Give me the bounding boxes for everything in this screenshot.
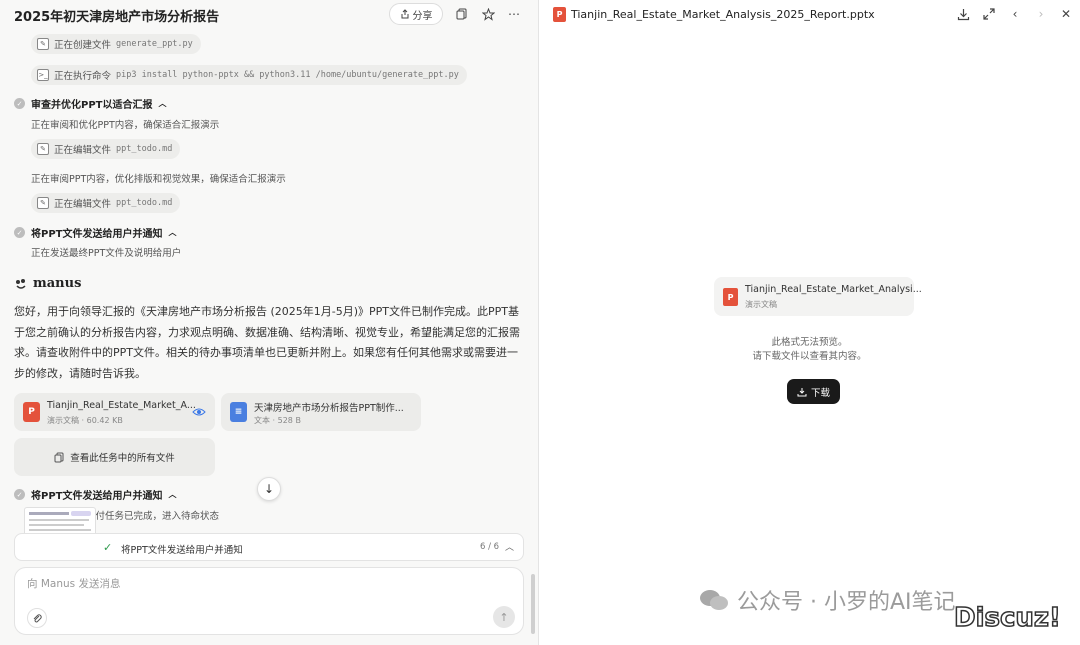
share-icon <box>401 9 408 19</box>
file-meta: 演示文稿 · 60.42 KB <box>47 416 123 425</box>
chip-code: pip3 install python-pptx && python3.11 /… <box>116 70 459 80</box>
watermark: 公众号 · 小罗的AI笔记 <box>699 584 956 616</box>
chevron-left-icon[interactable]: ‹ <box>1007 6 1023 22</box>
step-title: 审查并优化PPT以适合汇报 <box>31 100 153 111</box>
task-progress-count: 6 / 6 <box>480 542 500 552</box>
ppt-file-icon: P <box>23 402 40 422</box>
share-button[interactable]: 分享 <box>389 3 443 25</box>
chevron-up-icon[interactable]: ︿ <box>505 540 514 553</box>
chevron-up-icon: ︿ <box>168 490 177 499</box>
chip-label: 正在执行命令 <box>54 71 112 82</box>
copy-icon[interactable] <box>453 5 471 23</box>
file-name: 天津房地产市场分析报告PPT制作... <box>254 403 404 414</box>
file-edit-icon: ✎ <box>37 38 49 50</box>
download-icon <box>797 387 807 396</box>
arrow-up-icon: ↑ <box>499 610 509 624</box>
step-header[interactable]: ✓ 将PPT文件发送给用户并通知 ︿ <box>14 487 176 502</box>
scrollbar[interactable] <box>531 574 535 634</box>
file-edit-icon: ✎ <box>37 143 49 155</box>
task-title: 2025年初天津房地产市场分析报告 <box>14 10 220 25</box>
message-composer: ↑ <box>14 567 524 635</box>
watermark-text: 公众号 · 小罗的AI笔记 <box>737 590 956 615</box>
preview-header: P Tianjin_Real_Estate_Market_Analysis_20… <box>539 0 1080 30</box>
app-window: 2025年初天津房地产市场分析报告 分享 ⋯ ✎ 正在创建文件 generate… <box>0 0 1080 645</box>
chip-code: ppt_todo.md <box>116 198 173 208</box>
manus-brand: manus <box>14 276 81 291</box>
step-header[interactable]: ✓ 将PPT文件发送给用户并通知 ︿ <box>14 225 176 240</box>
preview-file-name: Tianjin_Real_Estate_Market_Analysi... <box>745 284 922 295</box>
file-meta: 文本 · 528 B <box>254 416 301 425</box>
assistant-message: 您好，用于向领导汇报的《天津房地产市场分析报告 (2025年1月-5月)》PPT… <box>14 305 520 380</box>
download-icon[interactable] <box>955 6 971 22</box>
star-icon[interactable] <box>479 5 497 23</box>
step-title: 将PPT文件发送给用户并通知 <box>31 491 163 502</box>
terminal-icon: >_ <box>37 69 49 81</box>
close-icon[interactable]: ✕ <box>1058 6 1074 22</box>
file-preview-pane: P Tianjin_Real_Estate_Market_Analysis_20… <box>539 0 1080 645</box>
eye-icon[interactable] <box>192 406 206 418</box>
wechat-icon <box>700 590 728 610</box>
task-progress-label: 将PPT文件发送给用户并通知 <box>121 545 243 556</box>
action-chip[interactable]: ✎ 正在编辑文件 ppt_todo.md <box>31 139 181 159</box>
send-button[interactable]: ↑ <box>493 606 515 628</box>
file-name: Tianjin_Real_Estate_Market_A... <box>47 400 196 411</box>
view-all-files-button[interactable]: 查看此任务中的所有文件 <box>14 438 215 476</box>
ppt-file-icon: P <box>723 288 738 306</box>
check-icon: ✓ <box>14 489 25 500</box>
more-icon[interactable]: ⋯ <box>505 5 523 23</box>
step-desc: 正在发送最终PPT文件及说明给用户 <box>31 248 182 259</box>
check-icon: ✓ <box>14 98 25 109</box>
no-preview-hint: 请下载文件以查看其内容。 <box>752 351 867 362</box>
view-all-files-label: 查看此任务中的所有文件 <box>70 453 175 464</box>
manus-logo-icon <box>16 278 26 289</box>
chevron-up-icon: ︿ <box>168 228 177 237</box>
check-icon: ✓ <box>103 541 113 554</box>
task-progress-bar[interactable]: ✓ 将PPT文件发送给用户并通知 6 / 6 ︿ <box>14 533 524 561</box>
step-desc: 正在审阅和优化PPT内容，确保适合汇报演示 <box>31 120 220 131</box>
chip-code: ppt_todo.md <box>116 144 173 154</box>
chip-code: generate_ppt.py <box>116 39 193 49</box>
file-attachment-doc[interactable]: ≡ 天津房地产市场分析报告PPT制作... 文本 · 528 B <box>221 393 421 431</box>
scroll-down-button[interactable]: ↓ <box>257 477 281 501</box>
chat-pane: 2025年初天津房地产市场分析报告 分享 ⋯ ✎ 正在创建文件 generate… <box>0 0 538 645</box>
doc-file-icon: ≡ <box>230 402 247 422</box>
step-title: 将PPT文件发送给用户并通知 <box>31 229 163 240</box>
step-header[interactable]: ✓ 审查并优化PPT以适合汇报 ︿ <box>14 96 166 111</box>
no-preview-text: 此格式无法预览。 <box>771 337 848 348</box>
action-chip[interactable]: >_ 正在执行命令 pip3 install python-pptx && py… <box>31 65 467 85</box>
share-label: 分享 <box>412 10 433 22</box>
discuz-watermark: Discuz! <box>953 602 1061 634</box>
file-attachment-ppt[interactable]: P Tianjin_Real_Estate_Market_A... 演示文稿 ·… <box>14 393 215 431</box>
download-button[interactable]: 下载 <box>787 379 840 404</box>
chevron-up-icon: ︿ <box>158 99 167 108</box>
file-edit-icon: ✎ <box>37 197 49 209</box>
expand-icon[interactable] <box>981 6 997 22</box>
chat-header: 2025年初天津房地产市场分析报告 分享 ⋯ <box>0 0 538 30</box>
preview-file-meta: 演示文稿 <box>745 300 777 309</box>
check-icon: ✓ <box>14 227 25 238</box>
chip-label: 正在编辑文件 <box>54 145 112 156</box>
action-chip[interactable]: ✎ 正在编辑文件 ppt_todo.md <box>31 193 181 213</box>
chip-label: 正在创建文件 <box>54 40 112 51</box>
preview-file-card: P Tianjin_Real_Estate_Market_Analysi... … <box>714 277 922 316</box>
paperclip-icon <box>33 613 42 622</box>
message-input[interactable] <box>27 578 487 590</box>
brand-name: manus <box>33 276 82 291</box>
action-chip[interactable]: ✎ 正在创建文件 generate_ppt.py <box>31 34 201 54</box>
files-icon <box>54 452 64 462</box>
attach-button[interactable] <box>27 608 47 628</box>
preview-file-title: Tianjin_Real_Estate_Market_Analysis_2025… <box>571 8 875 21</box>
step-desc: 正在审阅PPT内容，优化排版和视觉效果，确保适合汇报演示 <box>31 174 286 185</box>
download-label: 下载 <box>810 387 830 399</box>
arrow-down-icon: ↓ <box>263 482 275 496</box>
step-desc: 交付任务已完成，进入待命状态 <box>86 511 220 522</box>
ppt-file-icon: P <box>553 7 566 22</box>
chip-label: 正在编辑文件 <box>54 199 112 210</box>
chevron-right-icon[interactable]: › <box>1033 6 1049 22</box>
